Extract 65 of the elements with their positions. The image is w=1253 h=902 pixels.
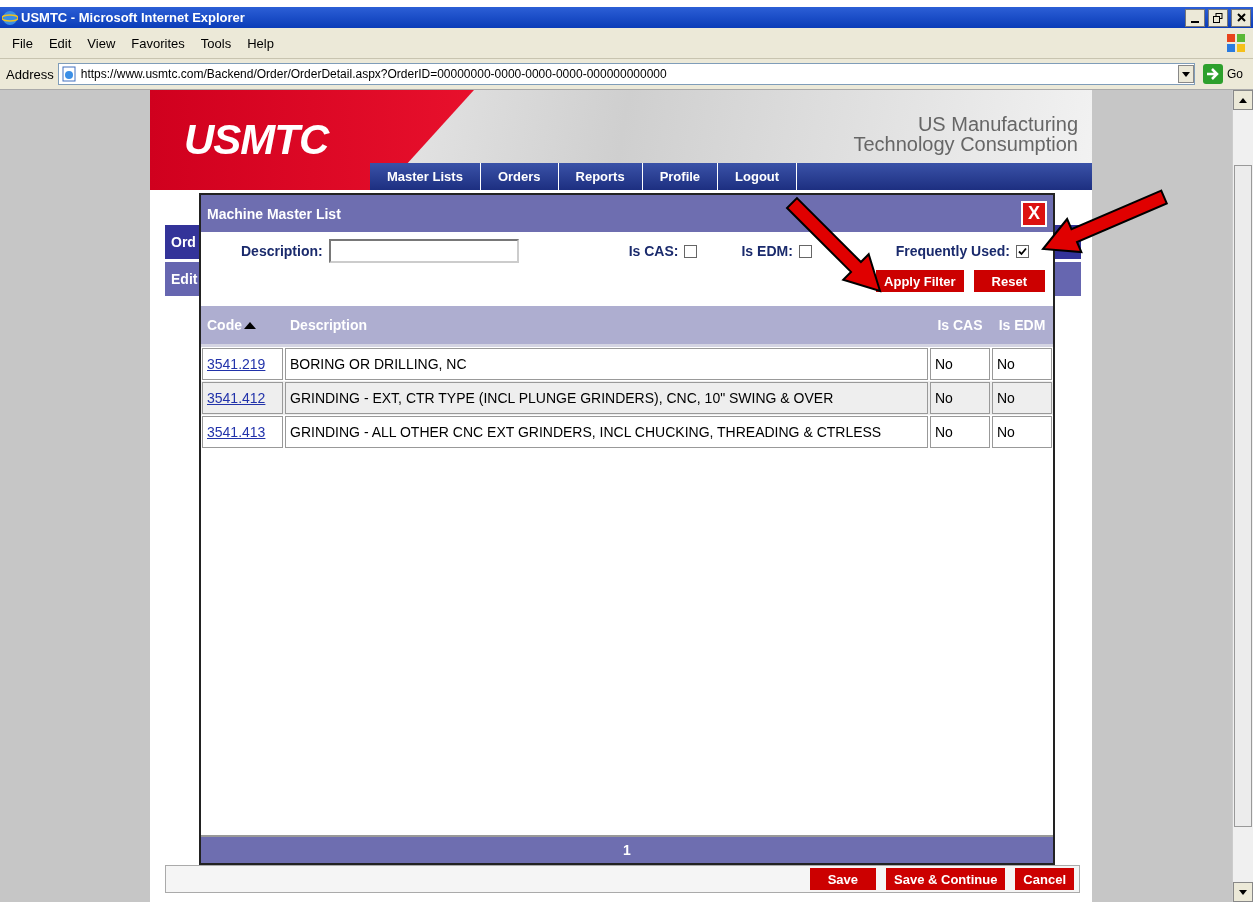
menu-item[interactable]: View xyxy=(81,33,122,53)
action-button[interactable]: Cancel xyxy=(1015,868,1074,890)
table-cell: No xyxy=(992,348,1052,380)
page-number[interactable]: 1 xyxy=(623,842,631,858)
description-field[interactable] xyxy=(328,239,519,263)
action-button[interactable]: Save xyxy=(809,868,877,890)
nav-link[interactable]: Master Lists xyxy=(370,163,481,190)
table-cell: No xyxy=(992,382,1052,414)
code-link[interactable]: 3541.413 xyxy=(202,416,283,448)
code-link[interactable]: 3541.412 xyxy=(202,382,283,414)
minimize-icon xyxy=(1191,20,1199,23)
checkbox[interactable] xyxy=(1016,244,1029,258)
table-cell: BORING OR DRILLING, NC xyxy=(285,348,928,380)
window-title: USMTC - Microsoft Internet Explorer xyxy=(21,10,246,25)
section-title: Edit xyxy=(171,271,198,287)
windows-flag-icon xyxy=(1225,32,1247,54)
scroll-thumb[interactable] xyxy=(1234,165,1252,827)
up-arrow-icon xyxy=(1239,97,1247,103)
menu-item[interactable]: Help xyxy=(241,33,280,53)
url-text: https://www.usmtc.com/Backend/Order/OrderDetail.aspx?OrderID=00000000-0000-0000-0000-000000000000 xyxy=(80,67,667,81)
filter-button[interactable]: Reset xyxy=(973,270,1045,292)
check-icon xyxy=(1018,246,1027,256)
page-icon xyxy=(60,66,77,82)
scroll-down-button[interactable] xyxy=(1233,882,1253,902)
nav-link[interactable]: Profile xyxy=(642,163,719,190)
site-logo[interactable]: USMTC xyxy=(184,116,329,164)
checkbox-label: Frequently Used: xyxy=(895,243,1010,259)
browser-icon xyxy=(2,9,18,26)
restore-icon xyxy=(1213,12,1223,23)
nav-link[interactable]: Reports xyxy=(558,163,643,190)
dialog-title: Machine Master List xyxy=(207,205,342,222)
down-arrow-icon xyxy=(1239,889,1247,895)
checkbox-label: Is EDM: xyxy=(741,243,793,259)
menu-item[interactable]: File xyxy=(6,33,39,53)
dropdown-icon xyxy=(1178,65,1194,83)
filter-button[interactable]: Apply Filter xyxy=(876,270,964,292)
menu-item[interactable]: Favorites xyxy=(125,33,191,53)
table-cell: No xyxy=(930,382,990,414)
checkbox-label: Is CAS: xyxy=(628,243,679,259)
checkbox[interactable] xyxy=(798,244,812,258)
menu-item[interactable]: Edit xyxy=(42,33,78,53)
address-label: Address xyxy=(6,66,54,82)
nav-link[interactable]: Orders xyxy=(480,163,559,190)
close-button[interactable]: X xyxy=(1021,200,1047,227)
code-link[interactable]: 3541.219 xyxy=(202,348,283,380)
nav-link[interactable]: Logout xyxy=(718,163,798,190)
table-cell: GRINDING - EXT, CTR TYPE (INCL PLUNGE GRINDERS), CNC, 10" SWING & OVER xyxy=(285,382,928,414)
minimize-button[interactable] xyxy=(1185,8,1205,27)
site-tagline: Technology Consumption xyxy=(853,134,1078,154)
scroll-up-button[interactable] xyxy=(1233,90,1253,110)
table-cell: No xyxy=(992,416,1052,448)
action-button[interactable]: Save & Continue xyxy=(886,868,1006,890)
section-title: Ord xyxy=(171,234,196,250)
close-button[interactable] xyxy=(1231,8,1251,27)
menu-item[interactable]: Tools xyxy=(194,33,238,53)
sort-up-icon xyxy=(244,321,256,329)
checkbox[interactable] xyxy=(684,244,698,258)
table-cell: No xyxy=(930,348,990,380)
table-cell: No xyxy=(930,416,990,448)
close-icon xyxy=(1236,13,1246,22)
table-cell: GRINDING - ALL OTHER CNC EXT GRINDERS, INCL CHUCKING, THREADING & CTRLESS xyxy=(285,416,928,448)
field-label: Description: xyxy=(241,243,323,259)
restore-button[interactable] xyxy=(1208,8,1228,27)
address-field[interactable]: https://www.usmtc.com/Backend/Order/OrderDetail.aspx?OrderID=00000000-0000-0000-0000-000000000000 xyxy=(57,63,1195,85)
go-button[interactable]: Go xyxy=(1199,64,1247,84)
